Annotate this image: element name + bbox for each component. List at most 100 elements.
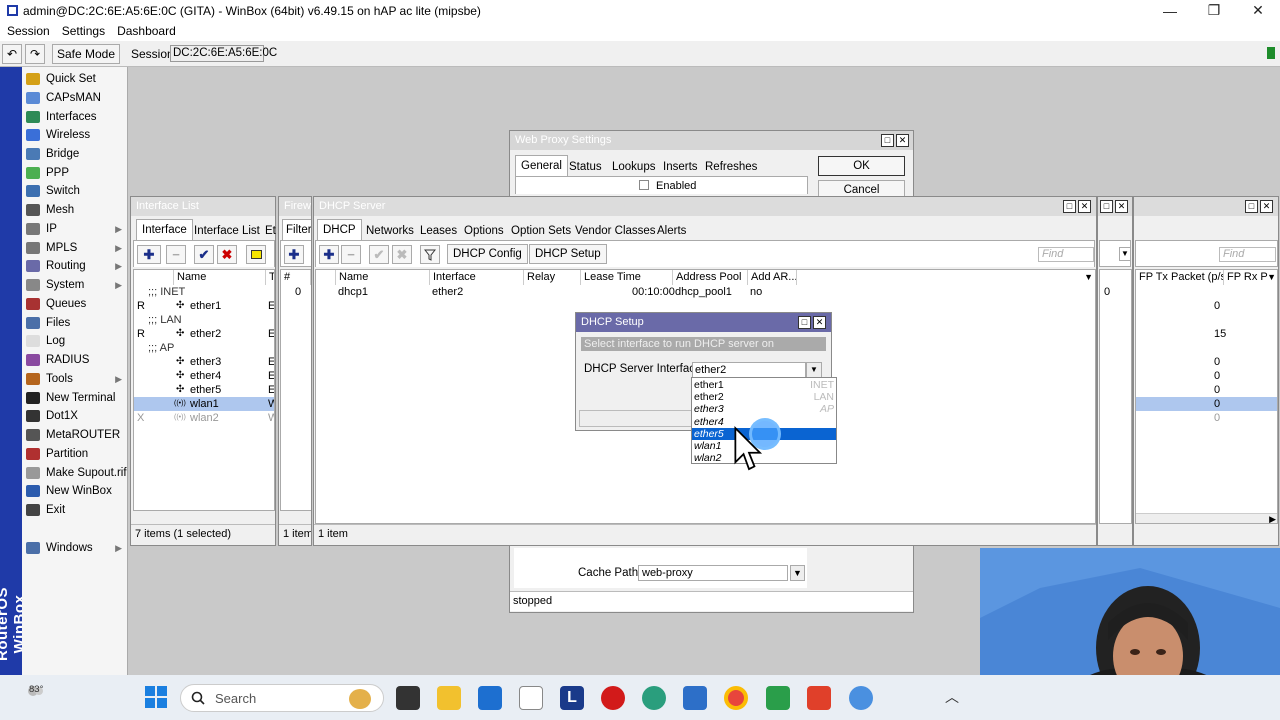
enable-icon[interactable]: ✔ bbox=[194, 245, 214, 264]
relay-column-header[interactable]: Relay bbox=[524, 270, 581, 285]
find-input[interactable]: Find bbox=[1219, 247, 1276, 262]
sidebar-item-new-winbox[interactable]: New WinBox bbox=[22, 482, 128, 500]
sidebar-item-mesh[interactable]: Mesh bbox=[22, 201, 128, 219]
close-icon[interactable]: ✕ bbox=[813, 316, 826, 329]
cache-path-dropdown-icon[interactable]: ▼ bbox=[790, 565, 805, 581]
sidebar-item-routing[interactable]: Routing ▶ bbox=[22, 257, 128, 275]
fp-rx-packet-column-header[interactable]: FP Rx P ▼ bbox=[1224, 270, 1277, 285]
notepad-icon[interactable] bbox=[519, 686, 543, 710]
task-view-icon[interactable] bbox=[396, 686, 420, 710]
tab-leases[interactable]: Leases bbox=[414, 220, 463, 241]
dhcp-config-button[interactable]: DHCP Config bbox=[447, 244, 528, 264]
column-chooser[interactable]: ▼ bbox=[797, 270, 1095, 285]
sidebar-item-ppp[interactable]: PPP bbox=[22, 164, 128, 182]
chrome-icon[interactable] bbox=[724, 686, 748, 710]
tab-option-sets[interactable]: Option Sets bbox=[505, 220, 577, 241]
tab-vendor-classes[interactable]: Vendor Classes bbox=[569, 220, 662, 241]
tab-filter[interactable]: Filter bbox=[282, 219, 311, 240]
add-icon[interactable]: ✚ bbox=[319, 245, 339, 264]
sidebar-item-switch[interactable]: Switch bbox=[22, 182, 128, 200]
enabled-checkbox[interactable] bbox=[639, 180, 649, 190]
sidebar-item-system[interactable]: System ▶ bbox=[22, 276, 128, 294]
store-icon[interactable] bbox=[478, 686, 502, 710]
add-icon[interactable]: ✚ bbox=[137, 245, 161, 264]
tab-general[interactable]: General bbox=[515, 155, 568, 176]
maximize-icon[interactable]: □ bbox=[798, 316, 811, 329]
undo-button[interactable]: ↶ bbox=[2, 44, 22, 64]
sidebar-item-ip[interactable]: IP ▶ bbox=[22, 220, 128, 238]
sidebar-item-files[interactable]: Files bbox=[22, 314, 128, 332]
tab-refreshes[interactable]: Refreshes bbox=[699, 156, 763, 177]
add-rule-icon[interactable]: ✚ bbox=[284, 245, 304, 264]
taskbar-search[interactable]: Search bbox=[180, 684, 384, 712]
comment-row[interactable]: ;;; LAN bbox=[134, 313, 274, 327]
sidebar-item-partition[interactable]: Partition bbox=[22, 445, 128, 463]
sidebar-item-metarouter[interactable]: MetaROUTER bbox=[22, 426, 128, 444]
lease-time-column-header[interactable]: Lease Time bbox=[581, 270, 673, 285]
find-input[interactable]: Find bbox=[1038, 247, 1094, 262]
table-row[interactable]: 15 bbox=[1136, 327, 1277, 341]
camtasia-icon[interactable] bbox=[766, 686, 790, 710]
tab-inserts[interactable]: Inserts bbox=[657, 156, 704, 177]
table-row[interactable]: R ✣ ether1 E bbox=[134, 299, 274, 313]
fp-tx-packet-column-header[interactable]: FP Tx Packet (p/s) bbox=[1136, 270, 1224, 285]
sidebar-item-radius[interactable]: RADIUS bbox=[22, 351, 128, 369]
winbox-task-icon[interactable] bbox=[849, 686, 873, 710]
cache-path-field[interactable]: web-proxy bbox=[638, 565, 788, 581]
tab-interface-list[interactable]: Interface List bbox=[188, 220, 266, 241]
minimize-button[interactable]: — bbox=[1148, 0, 1192, 21]
sidebar-item-exit[interactable]: Exit bbox=[22, 501, 128, 519]
tab-interface[interactable]: Interface bbox=[136, 219, 193, 240]
dropdown-icon[interactable]: ▼ bbox=[1119, 247, 1131, 261]
opera-icon[interactable] bbox=[601, 686, 625, 710]
disable-icon[interactable]: ✖ bbox=[217, 245, 237, 264]
sidebar-item-bridge[interactable]: Bridge bbox=[22, 145, 128, 163]
sidebar-item-windows[interactable]: Windows ▶ bbox=[22, 539, 128, 557]
name-column-header[interactable]: Name bbox=[174, 270, 266, 285]
sidebar-item-queues[interactable]: Queues bbox=[22, 295, 128, 313]
maximize-icon[interactable]: □ bbox=[1063, 200, 1076, 213]
sidebar-item-tools[interactable]: Tools ▶ bbox=[22, 370, 128, 388]
tab-dhcp[interactable]: DHCP bbox=[317, 219, 362, 240]
redo-button[interactable]: ↷ bbox=[25, 44, 45, 64]
table-row[interactable]: ((•))wlan1W bbox=[134, 397, 274, 411]
dropdown-option-ether2[interactable]: ether2 LAN bbox=[692, 391, 836, 403]
maximize-button[interactable]: ❐ bbox=[1192, 0, 1236, 21]
tab-status[interactable]: Status bbox=[563, 156, 608, 177]
maximize-icon[interactable]: □ bbox=[881, 134, 894, 147]
close-icon[interactable]: ✕ bbox=[1115, 200, 1128, 213]
table-row[interactable]: 0 bbox=[1136, 397, 1277, 411]
menu-settings[interactable]: Settings bbox=[62, 24, 105, 38]
tab-networks[interactable]: Networks bbox=[360, 220, 420, 241]
table-row[interactable]: 0 bbox=[1136, 369, 1277, 383]
back-button[interactable] bbox=[579, 410, 695, 427]
file-explorer-icon[interactable] bbox=[437, 686, 461, 710]
add-arp-column-header[interactable]: Add AR... bbox=[748, 270, 797, 285]
sidebar-item-make-supout-rif[interactable]: Make Supout.rif bbox=[22, 464, 128, 482]
sidebar-item-wireless[interactable]: Wireless bbox=[22, 126, 128, 144]
comment-row[interactable]: ;;; INET bbox=[134, 285, 274, 299]
sidebar-item-log[interactable]: Log bbox=[22, 332, 128, 350]
dhcp-setup-button[interactable]: DHCP Setup bbox=[529, 244, 607, 264]
menu-dashboard[interactable]: Dashboard bbox=[117, 24, 176, 38]
table-row[interactable]: 0 bbox=[1136, 355, 1277, 369]
table-row[interactable]: 0 bbox=[1136, 299, 1277, 313]
sidebar-item-dot1x[interactable]: Dot1X bbox=[22, 407, 128, 425]
address-pool-column-header[interactable]: Address Pool bbox=[673, 270, 748, 285]
recorder-icon[interactable] bbox=[807, 686, 831, 710]
filter-icon[interactable] bbox=[420, 245, 440, 264]
dhcp-interface-field[interactable]: ether2 bbox=[692, 362, 806, 378]
table-row[interactable]: X((•))wlan2W bbox=[134, 411, 274, 425]
dropdown-option-ether3[interactable]: ether3 AP bbox=[692, 403, 836, 415]
table-row[interactable]: 0 bbox=[1136, 383, 1277, 397]
enable-icon[interactable]: ✔ bbox=[369, 245, 389, 264]
tab-options[interactable]: Options bbox=[458, 220, 510, 241]
sidebar-item-mpls[interactable]: MPLS ▶ bbox=[22, 239, 128, 257]
remove-icon[interactable]: − bbox=[166, 245, 186, 264]
close-icon[interactable]: ✕ bbox=[1260, 200, 1273, 213]
disable-icon[interactable]: ✖ bbox=[392, 245, 412, 264]
maximize-icon[interactable]: □ bbox=[1100, 200, 1113, 213]
name-column-header[interactable]: Name bbox=[336, 270, 430, 285]
session-field[interactable]: DC:2C:6E:A5:6E:0C bbox=[170, 45, 277, 62]
app-icon[interactable] bbox=[683, 686, 707, 710]
